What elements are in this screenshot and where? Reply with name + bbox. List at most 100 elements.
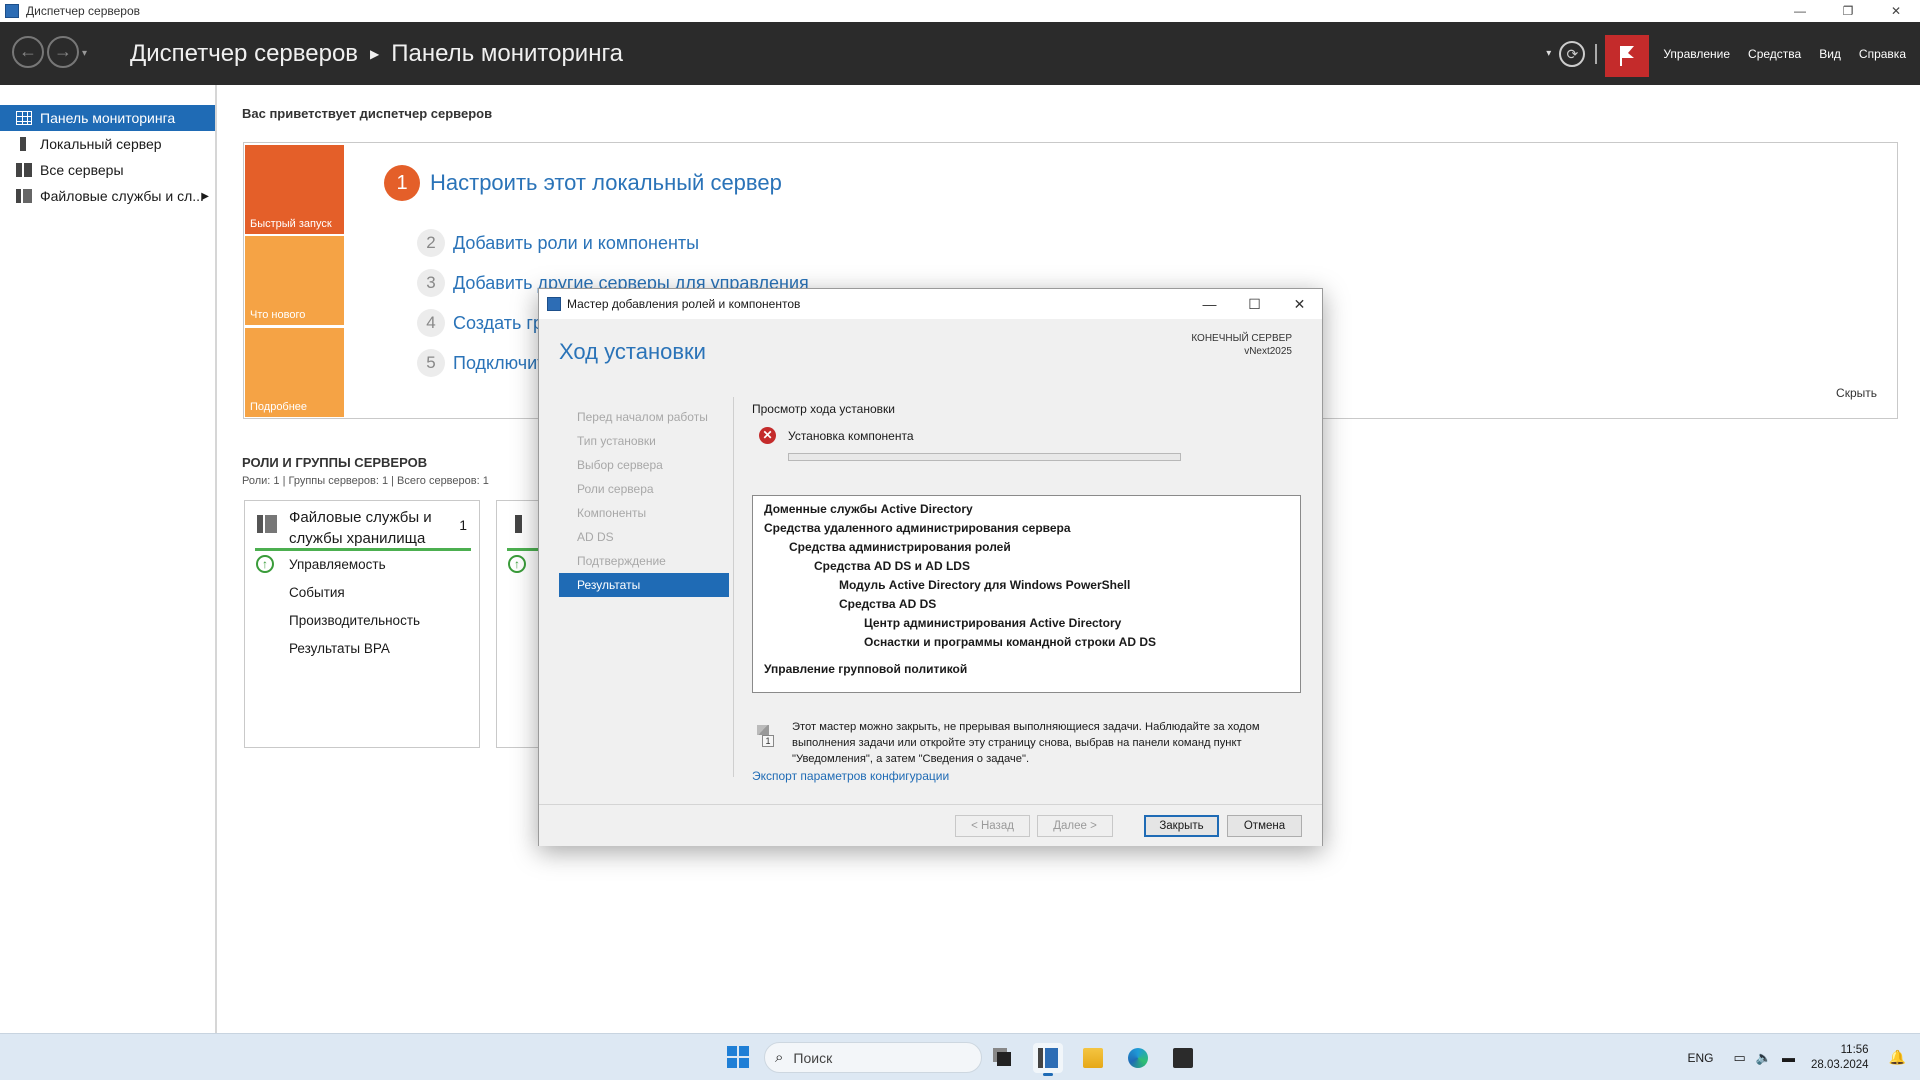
- menu-help[interactable]: Справка: [1859, 47, 1906, 61]
- nav-history-dropdown-icon[interactable]: ▾: [82, 48, 87, 59]
- tile-label: Что нового: [250, 309, 306, 321]
- volume-icon[interactable]: 🔈: [1756, 1050, 1772, 1066]
- notifications-flag-icon[interactable]: [1605, 34, 1650, 77]
- close-window-button[interactable]: ✕: [1872, 0, 1920, 22]
- roles-section-title: РОЛИ И ГРУППЫ СЕРВЕРОВ: [242, 455, 428, 470]
- target-server-value: vNext2025: [1244, 346, 1292, 357]
- breadcrumb-separator-icon: ▶: [370, 47, 380, 61]
- breadcrumb: Диспетчер серверов ▶ Панель мониторинга: [130, 40, 623, 68]
- step-add-roles[interactable]: 2 Добавить роли и компоненты: [417, 229, 699, 257]
- taskbar-search[interactable]: ⌕ Поиск: [764, 1042, 982, 1073]
- language-indicator[interactable]: ENG: [1688, 1051, 1714, 1065]
- window-title: Диспетчер серверов: [26, 4, 141, 18]
- active-app-indicator: [1043, 1073, 1053, 1076]
- step-link[interactable]: Добавить роли и компоненты: [453, 233, 699, 254]
- target-server-label: КОНЕЧНЫЙ СЕРВЕР: [1191, 333, 1292, 344]
- file-services-icon: [16, 189, 32, 203]
- file-services-icon: [257, 515, 277, 533]
- menu-tools[interactable]: Средства: [1748, 47, 1801, 61]
- menu-manage[interactable]: Управление: [1663, 47, 1730, 61]
- role-row-events[interactable]: События: [289, 585, 345, 600]
- nav-item-dashboard[interactable]: Панель мониторинга: [0, 105, 215, 131]
- progress-label: Просмотр хода установки: [752, 402, 895, 416]
- edge-browser-icon[interactable]: [1123, 1043, 1153, 1073]
- wizard-step: Выбор сервера: [577, 458, 663, 472]
- step-number: 4: [417, 309, 445, 337]
- step-number: 5: [417, 349, 445, 377]
- nav-item-local-server[interactable]: Локальный сервер: [0, 131, 215, 157]
- clock-date: 28.03.2024: [1811, 1058, 1869, 1071]
- header-tools: ▾ ⟳ Управление Средства Вид Справка: [1546, 22, 1920, 85]
- welcome-heading: Вас приветствует диспетчер серверов: [242, 106, 493, 121]
- server-manager-taskbar-icon[interactable]: [1033, 1043, 1063, 1076]
- wizard-step: Подтверждение: [577, 554, 666, 568]
- server-manager-app-icon: [5, 4, 19, 18]
- wizard-step-active[interactable]: Результаты: [559, 573, 729, 597]
- flag-icon: [757, 725, 769, 735]
- nav-item-label: Файловые службы и сл...: [40, 188, 204, 204]
- back-button[interactable]: < Назад: [955, 815, 1030, 837]
- header-dropdown-icon[interactable]: ▾: [1546, 48, 1551, 59]
- role-row-bpa[interactable]: Результаты BPA: [289, 641, 390, 656]
- features-list: Доменные службы Active Directory Средств…: [752, 495, 1301, 693]
- nav-item-label: Панель мониторинга: [40, 110, 176, 126]
- step-number: 3: [417, 269, 445, 297]
- dialog-maximize-button[interactable]: ☐: [1232, 289, 1277, 319]
- dialog-close-icon[interactable]: ✕: [1277, 289, 1322, 319]
- minimize-button[interactable]: —: [1776, 0, 1824, 22]
- role-row-performance[interactable]: Производительность: [289, 613, 420, 628]
- wizard-step: AD DS: [577, 530, 614, 544]
- feature-item: Доменные службы Active Directory: [764, 502, 973, 516]
- role-card-file-services[interactable]: Файловые службы и службы хранилища 1 ↑ У…: [244, 500, 480, 748]
- close-button[interactable]: Закрыть: [1144, 815, 1219, 837]
- clock[interactable]: 11:56 28.03.2024: [1811, 1043, 1869, 1073]
- refresh-icon[interactable]: ⟳: [1559, 40, 1586, 67]
- nav-item-all-servers[interactable]: Все серверы: [0, 157, 215, 183]
- nav-item-file-services[interactable]: Файловые службы и сл... ▶: [0, 183, 215, 209]
- feature-item: Средства администрирования ролей: [789, 540, 1011, 554]
- step-number: 1: [384, 165, 420, 201]
- terminal-icon[interactable]: [1168, 1043, 1198, 1073]
- clock-time: 11:56: [1840, 1043, 1869, 1056]
- wizard-step: Тип установки: [577, 434, 656, 448]
- feature-item: Средства AD DS: [839, 597, 937, 611]
- nav-item-label: Все серверы: [40, 162, 124, 178]
- cancel-button[interactable]: Отмена: [1227, 815, 1302, 837]
- breadcrumb-root[interactable]: Диспетчер серверов: [130, 40, 358, 68]
- role-card-count: 1: [459, 517, 467, 533]
- chevron-right-icon[interactable]: ▶: [201, 191, 209, 202]
- up-arrow-ok-icon: ↑: [256, 555, 274, 573]
- export-config-link[interactable]: Экспорт параметров конфигурации: [752, 769, 949, 783]
- back-arrow-icon[interactable]: ←: [12, 36, 44, 68]
- network-icon[interactable]: ▭: [1734, 1050, 1746, 1066]
- windows-start-icon[interactable]: [727, 1046, 749, 1068]
- tile-quick-start[interactable]: Быстрый запуск: [245, 145, 344, 234]
- taskbar: ⌕ Поиск ENG ▭ 🔈 ▬ 11:56 28.03.2024 🔔: [0, 1033, 1920, 1080]
- restore-button[interactable]: ❐: [1824, 0, 1872, 22]
- forward-arrow-icon[interactable]: →: [47, 36, 79, 68]
- dialog-titlebar: Мастер добавления ролей и компонентов — …: [539, 289, 1322, 319]
- tile-whats-new[interactable]: Что нового: [245, 236, 344, 325]
- feature-item: Оснастки и программы командной строки AD…: [864, 635, 1156, 649]
- battery-icon[interactable]: ▬: [1782, 1050, 1795, 1065]
- step-configure-local-server[interactable]: 1 Настроить этот локальный сервер: [384, 165, 782, 201]
- feature-item: Модуль Active Directory для Windows Powe…: [839, 578, 1131, 592]
- target-server: КОНЕЧНЫЙ СЕРВЕР vNext2025: [1191, 332, 1292, 358]
- header-bar: ← → ▾ Диспетчер серверов ▶ Панель монито…: [0, 22, 1920, 85]
- server-icon: [20, 137, 26, 151]
- file-explorer-icon[interactable]: [1078, 1043, 1108, 1073]
- hide-link[interactable]: Скрыть: [1836, 386, 1877, 400]
- role-card-title[interactable]: Файловые службы и службы хранилища: [289, 507, 439, 549]
- window-controls: — ❐ ✕: [1776, 0, 1920, 22]
- notification-bell-icon[interactable]: 🔔: [1889, 1049, 1906, 1066]
- next-button[interactable]: Далее >: [1037, 815, 1113, 837]
- task-view-icon[interactable]: [988, 1043, 1018, 1073]
- dialog-window-controls: — ☐ ✕: [1187, 289, 1322, 319]
- feature-item: Средства AD DS и AD LDS: [814, 559, 970, 573]
- tile-learn-more[interactable]: Подробнее: [245, 328, 344, 417]
- menu-view[interactable]: Вид: [1819, 47, 1841, 61]
- step-link[interactable]: Настроить этот локальный сервер: [430, 170, 782, 196]
- dialog-minimize-button[interactable]: —: [1187, 289, 1232, 319]
- role-row-manageability[interactable]: Управляемость: [289, 557, 386, 572]
- breadcrumb-current: Панель мониторинга: [391, 40, 624, 67]
